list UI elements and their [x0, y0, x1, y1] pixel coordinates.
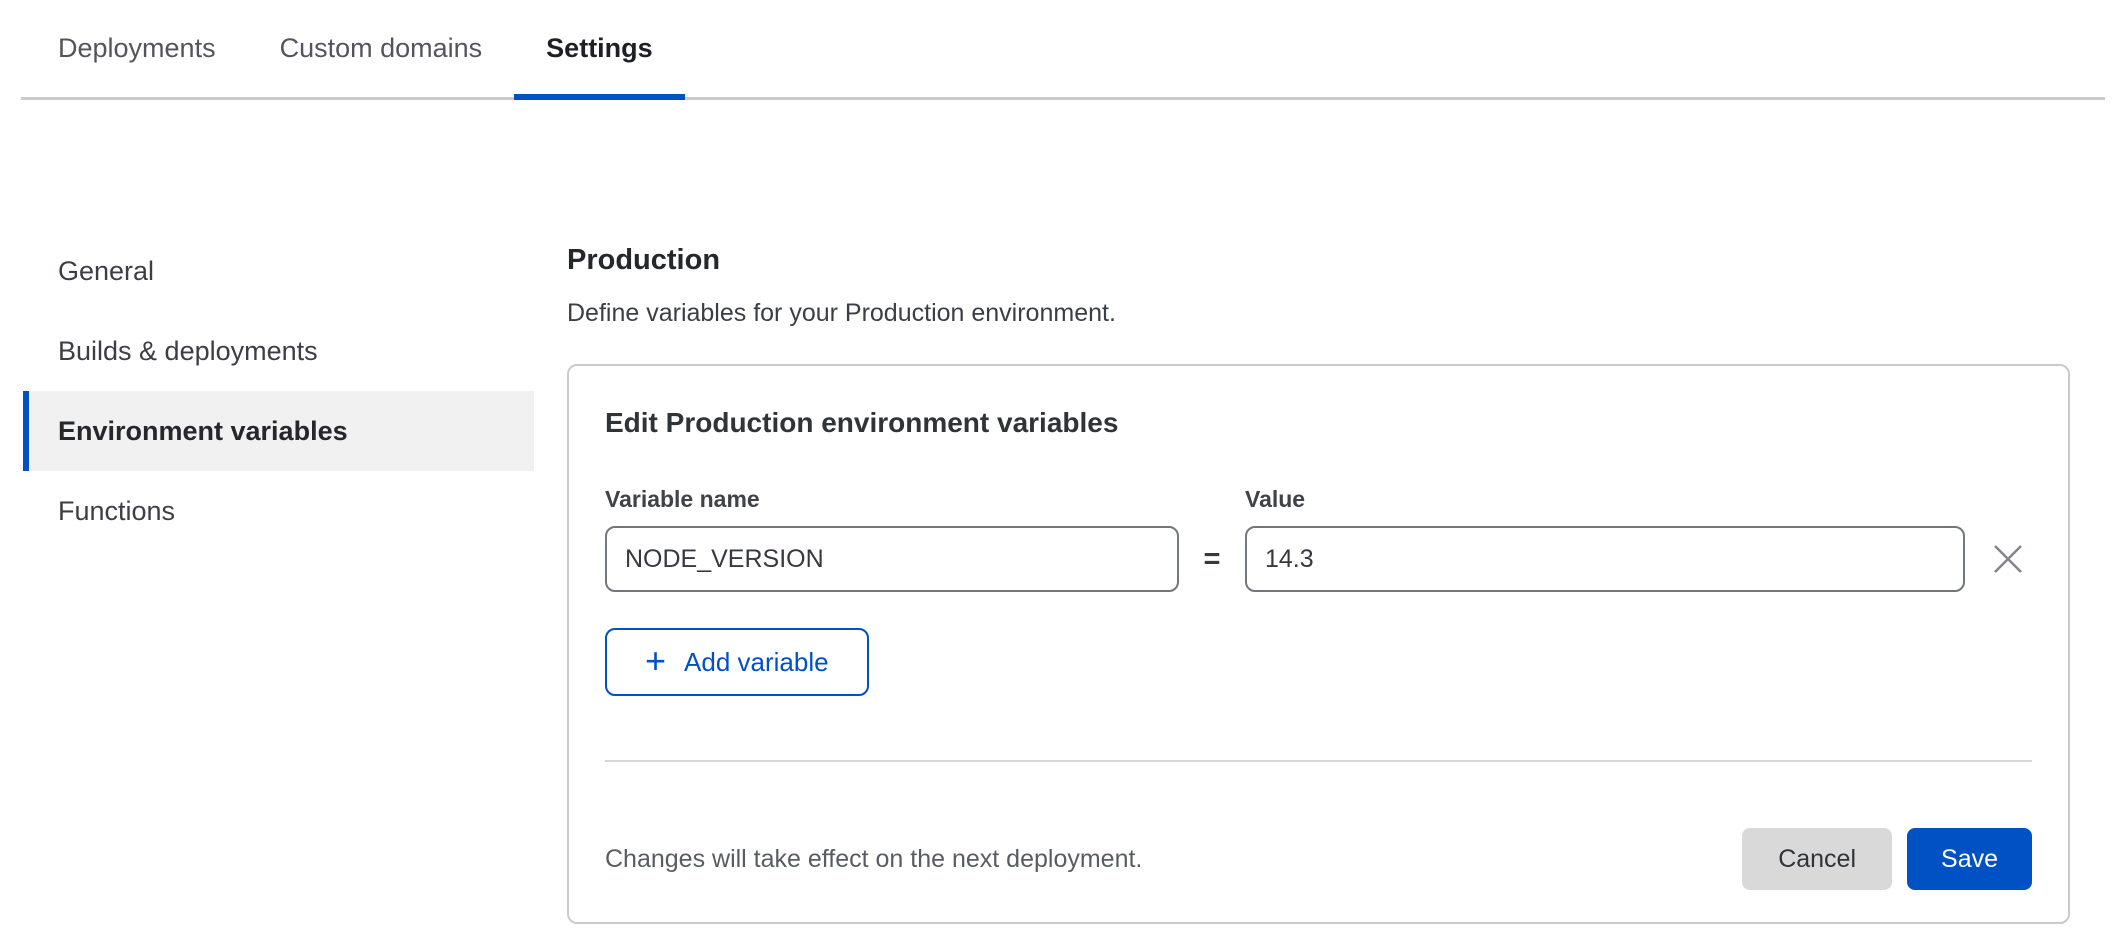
settings-sidebar: General Builds & deployments Environment… [23, 231, 534, 924]
variable-name-label: Variable name [605, 486, 1179, 513]
sidebar-item-functions[interactable]: Functions [23, 471, 534, 551]
remove-variable-button[interactable] [1984, 535, 2032, 583]
card-title: Edit Production environment variables [605, 406, 2032, 440]
tab-deployments[interactable]: Deployments [26, 0, 248, 97]
save-button[interactable]: Save [1907, 828, 2032, 890]
tab-settings[interactable]: Settings [514, 0, 685, 97]
page-subtitle: Define variables for your Production env… [567, 298, 2070, 328]
settings-content: General Builds & deployments Environment… [0, 100, 2121, 924]
variable-row: = [605, 526, 2032, 592]
x-icon [1991, 542, 2025, 576]
environment-variables-panel: Production Define variables for your Pro… [567, 243, 2070, 924]
plus-icon: + [645, 643, 666, 679]
cancel-button[interactable]: Cancel [1742, 828, 1892, 890]
project-tab-bar: Deployments Custom domains Settings [21, 0, 2105, 100]
variable-name-input[interactable] [605, 526, 1179, 592]
footer-note: Changes will take effect on the next dep… [605, 845, 1142, 874]
tab-custom-domains[interactable]: Custom domains [248, 0, 515, 97]
sidebar-item-builds-deployments[interactable]: Builds & deployments [23, 311, 534, 391]
sidebar-item-general[interactable]: General [23, 231, 534, 311]
footer-actions: Cancel Save [1742, 828, 2032, 890]
value-label: Value [1245, 486, 1305, 513]
sidebar-item-environment-variables[interactable]: Environment variables [23, 391, 534, 471]
edit-variables-card: Edit Production environment variables Va… [567, 364, 2070, 924]
add-variable-label: Add variable [684, 647, 829, 678]
equals-sign: = [1179, 543, 1245, 576]
field-labels-row: Variable name Value [605, 486, 2032, 513]
page-title: Production [567, 243, 2070, 278]
card-footer: Changes will take effect on the next dep… [605, 828, 2032, 890]
variable-value-input[interactable] [1245, 526, 1965, 592]
label-spacer [1179, 486, 1245, 513]
card-divider [605, 760, 2032, 762]
add-variable-button[interactable]: + Add variable [605, 628, 869, 696]
